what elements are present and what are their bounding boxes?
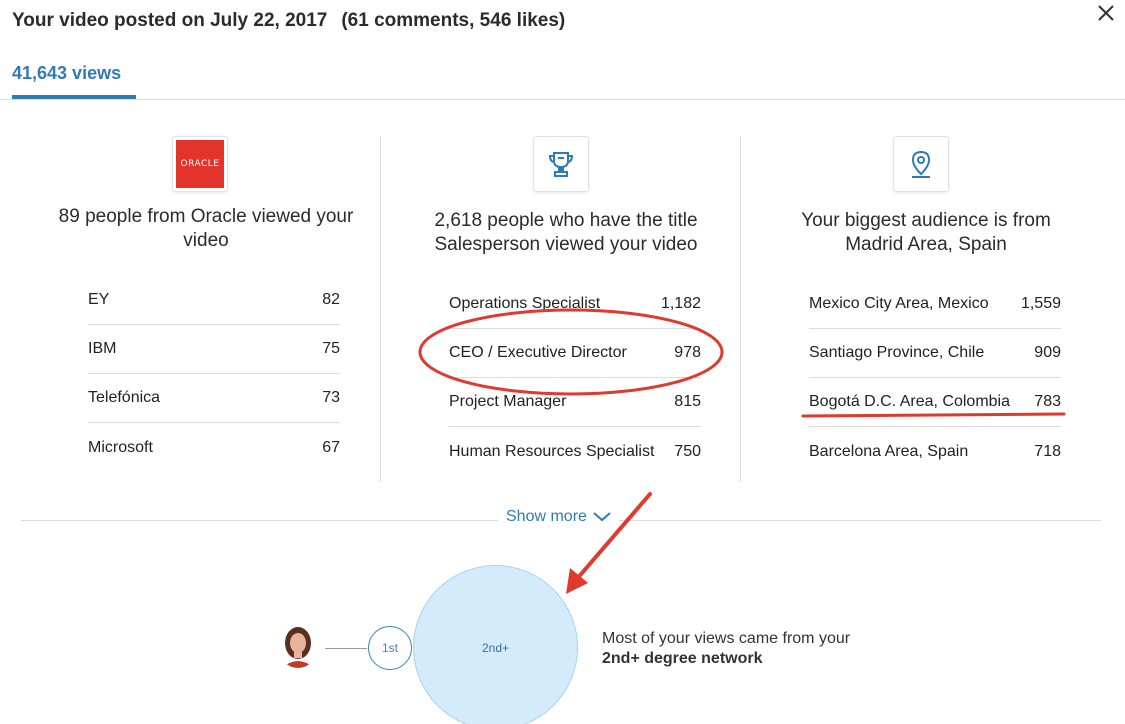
companies-heading: 89 people from Oracle viewed your video bbox=[58, 206, 354, 251]
titles-heading: 2,618 people who have the title Salesper… bbox=[434, 210, 698, 255]
location-name: Mexico City Area, Mexico bbox=[809, 295, 989, 312]
show-more-button[interactable]: Show more bbox=[498, 508, 619, 526]
company-row: IBM 75 bbox=[88, 325, 340, 374]
job-title-count: 750 bbox=[674, 442, 701, 460]
title-row: Operations Specialist 1,182 bbox=[449, 280, 701, 329]
location-row: Santiago Province, Chile 909 bbox=[809, 329, 1061, 378]
job-title-name: CEO / Executive Director bbox=[449, 344, 627, 361]
tab-views[interactable]: 41,643 views bbox=[12, 63, 121, 84]
location-name: Santiago Province, Chile bbox=[809, 344, 985, 361]
first-degree-circle: 1st bbox=[368, 626, 412, 670]
company-row: EY 82 bbox=[88, 276, 340, 325]
location-row: Barcelona Area, Spain 718 bbox=[809, 427, 1061, 476]
network-summary-line2: 2nd+ degree network bbox=[602, 650, 763, 667]
location-name: Barcelona Area, Spain bbox=[809, 442, 969, 460]
company-count: 73 bbox=[322, 389, 340, 406]
location-count: 1,559 bbox=[1020, 295, 1061, 312]
video-engagement-stats: (61 comments, 546 likes) bbox=[341, 10, 566, 31]
close-button[interactable] bbox=[1093, 0, 1119, 26]
company-logo-box: ORACLE bbox=[172, 136, 228, 192]
company-count: 67 bbox=[322, 438, 340, 456]
location-count: 783 bbox=[1034, 393, 1061, 410]
column-divider bbox=[740, 136, 741, 482]
location-row: Bogotá D.C. Area, Colombia 783 bbox=[809, 378, 1061, 427]
close-icon bbox=[1098, 5, 1114, 21]
company-count: 82 bbox=[322, 291, 340, 308]
column-divider bbox=[380, 136, 381, 482]
location-row: Mexico City Area, Mexico 1,559 bbox=[809, 280, 1061, 329]
company-row: Telefónica 73 bbox=[88, 374, 340, 423]
company-row: Microsoft 67 bbox=[88, 423, 340, 472]
header-divider bbox=[0, 99, 1125, 100]
network-summary-line1: Most of your views came from your bbox=[602, 630, 851, 647]
location-pin-icon bbox=[911, 150, 931, 178]
second-degree-bubble: 2nd+ bbox=[413, 565, 578, 724]
connection-line bbox=[325, 648, 367, 649]
avatar bbox=[278, 624, 318, 668]
annotation-arrow-head bbox=[566, 568, 588, 594]
oracle-logo: ORACLE bbox=[176, 140, 224, 188]
show-more-label: Show more bbox=[506, 508, 587, 525]
company-name: Telefónica bbox=[88, 389, 161, 406]
title-row: CEO / Executive Director 978 bbox=[449, 329, 701, 378]
network-summary: Most of your views came from your 2nd+ d… bbox=[602, 629, 850, 669]
location-count: 718 bbox=[1034, 442, 1061, 460]
company-name: IBM bbox=[88, 340, 117, 357]
video-title: Your video posted on July 22, 2017 (61 co… bbox=[12, 10, 565, 32]
job-title-count: 1,182 bbox=[660, 295, 701, 312]
title-icon-box bbox=[533, 136, 589, 192]
title-row: Human Resources Specialist 750 bbox=[449, 427, 701, 476]
location-name: Bogotá D.C. Area, Colombia bbox=[809, 393, 1010, 410]
company-name: Microsoft bbox=[88, 438, 153, 456]
job-title-count: 978 bbox=[674, 344, 701, 361]
video-posted-date: Your video posted on July 22, 2017 bbox=[12, 10, 328, 31]
locations-heading: Your biggest audience is from Madrid Are… bbox=[801, 210, 1051, 255]
company-count: 75 bbox=[322, 340, 340, 357]
title-row: Project Manager 815 bbox=[449, 378, 701, 427]
profile-photo bbox=[278, 624, 318, 668]
company-name: EY bbox=[88, 291, 110, 308]
location-count: 909 bbox=[1034, 344, 1061, 361]
job-title-name: Human Resources Specialist bbox=[449, 442, 655, 460]
trophy-icon bbox=[548, 152, 574, 177]
chevron-down-icon bbox=[593, 512, 611, 522]
job-title-name: Operations Specialist bbox=[449, 295, 601, 312]
job-title-name: Project Manager bbox=[449, 393, 567, 410]
job-title-count: 815 bbox=[674, 393, 701, 410]
location-icon-box bbox=[893, 136, 949, 192]
annotation-arrow-shaft bbox=[574, 492, 652, 582]
